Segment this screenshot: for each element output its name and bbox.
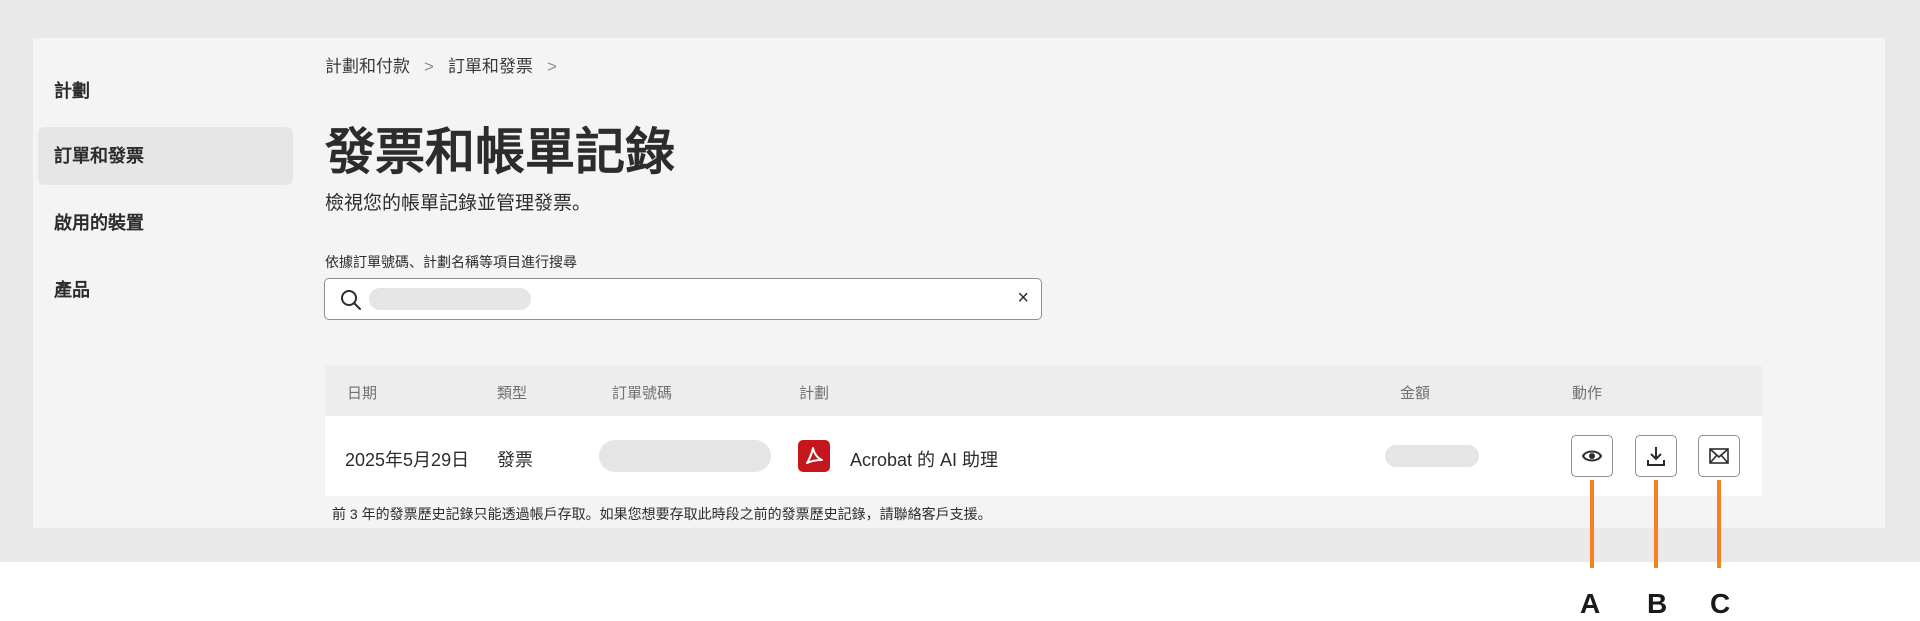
page-subtitle: 檢視您的帳單記錄並管理發票。 [325,193,592,214]
row-date: 2025年5月29日 [345,450,470,470]
column-header-plan: 計劃 [799,385,830,402]
column-header-amount: 金額 [1400,385,1431,402]
column-header-date[interactable]: 日期 [347,382,377,403]
callout-label-a: A [1580,588,1601,619]
acrobat-pdf-icon [798,440,830,472]
mail-icon [1709,448,1729,464]
callout-label-c: C [1710,588,1731,619]
row-plan-name: Acrobat 的 AI 助理 [850,450,999,470]
search-input[interactable] [369,288,531,310]
download-invoice-button[interactable] [1635,435,1677,477]
sidebar-item-orders-invoices[interactable]: 訂單和發票 [38,127,293,185]
clear-search-icon[interactable]: × [1017,287,1029,310]
row-amount [1385,445,1479,467]
table-row: 2025年5月29日 發票 Acrobat 的 AI 助理 [325,416,1762,496]
callout-line-c [1717,480,1721,568]
email-invoice-button[interactable] [1698,435,1740,477]
breadcrumb-plans-payments[interactable]: 計劃和付款 [325,57,410,76]
callout-line-a [1590,480,1594,568]
sidebar-item-devices[interactable]: 啟用的裝置 [38,194,293,252]
history-footnote: 前 3 年的發票歷史記錄只能透過帳戶存取。如果您想要存取此時段之前的發票歷史記錄… [332,506,992,522]
callout-label-b: B [1647,588,1668,619]
column-header-actions: 動作 [1572,385,1603,402]
breadcrumb-separator: > [546,57,557,76]
eye-icon [1581,450,1603,462]
page-title: 發票和帳單記錄 [325,124,675,180]
sidebar-item-products[interactable]: 產品 [38,261,293,319]
breadcrumb: 計劃和付款 > 訂單和發票 > [325,52,571,77]
view-invoice-button[interactable] [1571,435,1613,477]
table-header: 日期 類型 訂單號碼 計劃 金額 動作 [325,366,1762,416]
sidebar-item-plans[interactable]: 計劃 [38,62,293,120]
callout-line-b [1654,480,1658,568]
download-icon [1647,447,1665,466]
row-type: 發票 [497,450,533,470]
column-header-type: 類型 [497,385,528,402]
row-order-number [599,440,771,472]
search-label: 依據訂單號碼、計劃名稱等項目進行搜尋 [325,254,577,270]
search-field[interactable]: × [324,278,1042,320]
column-header-order-number: 訂單號碼 [612,385,673,402]
breadcrumb-orders-invoices[interactable]: 訂單和發票 [448,57,533,76]
search-icon [341,290,361,310]
breadcrumb-separator: > [424,57,434,76]
